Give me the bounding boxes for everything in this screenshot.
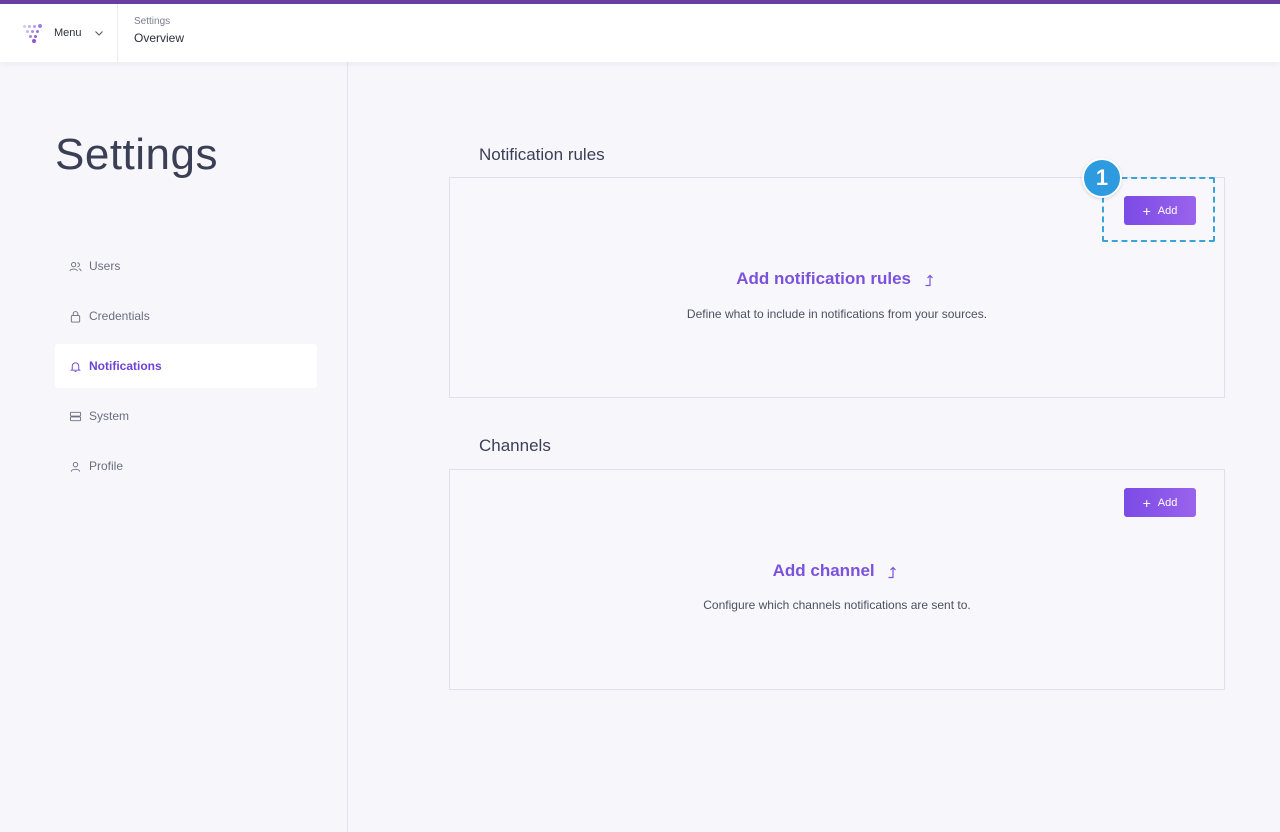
sidebar-item-profile[interactable]: Profile	[55, 444, 317, 488]
channels-title: Channels	[479, 436, 551, 455]
menu-label: Menu	[54, 27, 82, 39]
menu-button[interactable]: Menu	[0, 4, 118, 62]
breadcrumb-parent[interactable]: Settings	[134, 15, 184, 28]
step-badge: 1	[1082, 158, 1122, 198]
sidebar-item-label: System	[89, 409, 130, 423]
user-icon	[70, 461, 81, 472]
add-button-label: Add	[1157, 496, 1178, 509]
notification-rules-title: Notification rules	[479, 145, 605, 164]
notification-rules-description: Define what to include in notifications …	[686, 307, 988, 321]
channels-card: + Add Add channel Configure which channe…	[449, 469, 1225, 690]
plus-icon: +	[1142, 494, 1151, 511]
link-label: Add notification rules	[736, 269, 911, 288]
plus-icon: +	[1142, 202, 1151, 219]
sidebar-nav: Users Credentials Notifications System P…	[55, 244, 317, 494]
arrow-up-right-icon	[888, 566, 897, 579]
add-button-label: Add	[1157, 204, 1178, 217]
add-notification-rules-link[interactable]: Add notification rules	[450, 269, 1224, 289]
app-logo-icon	[22, 23, 44, 43]
chevron-down-icon	[94, 31, 103, 36]
sidebar-item-label: Credentials	[89, 309, 150, 323]
sidebar: Settings Users Credentials Notifications	[0, 62, 348, 832]
link-label: Add channel	[772, 561, 875, 580]
sidebar-item-credentials[interactable]: Credentials	[55, 294, 317, 338]
add-channel-link[interactable]: Add channel	[450, 561, 1224, 581]
notification-rules-card: + Add Add notification rules Define what…	[449, 177, 1225, 398]
add-channel-button[interactable]: + Add	[1124, 488, 1196, 517]
lock-icon	[70, 310, 81, 323]
top-bar: Menu Settings Overview	[0, 4, 1280, 62]
page-title: Settings	[55, 130, 218, 179]
sidebar-item-label: Notifications	[89, 359, 162, 373]
server-icon	[69, 411, 82, 421]
sidebar-item-label: Users	[89, 259, 121, 273]
sidebar-item-label: Profile	[89, 459, 124, 473]
arrow-up-right-icon	[925, 274, 933, 287]
users-icon	[69, 261, 82, 271]
sidebar-item-users[interactable]: Users	[55, 244, 317, 288]
sidebar-item-system[interactable]: System	[55, 394, 317, 438]
add-notification-rule-button[interactable]: + Add	[1124, 196, 1196, 225]
channels-description: Configure which channels notifications a…	[703, 598, 971, 612]
bell-icon	[70, 361, 81, 372]
breadcrumb-current: Overview	[134, 31, 185, 45]
breadcrumb: Settings Overview	[134, 15, 184, 46]
sidebar-item-notifications[interactable]: Notifications	[55, 344, 317, 388]
